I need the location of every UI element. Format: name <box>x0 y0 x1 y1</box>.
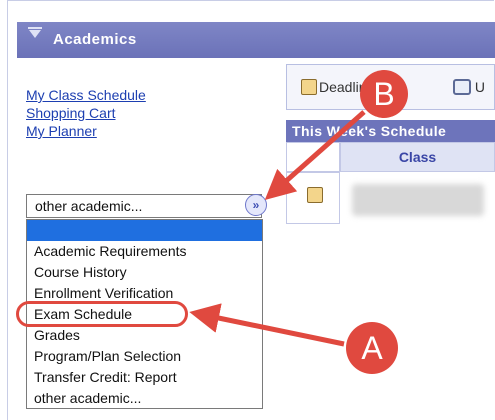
blurred-class-cell <box>352 184 484 216</box>
calendar-icon[interactable] <box>307 187 323 203</box>
section-title: Academics <box>53 31 137 48</box>
monitor-icon <box>453 79 471 95</box>
option-enrollment-verification[interactable]: Enrollment Verification <box>34 285 173 301</box>
academics-header[interactable]: Academics <box>17 22 495 58</box>
row-icon-cell <box>286 172 340 224</box>
option-academic-requirements[interactable]: Academic Requirements <box>34 243 187 259</box>
quick-links: My Class Schedule Shopping Cart My Plann… <box>26 86 146 140</box>
option-transfer-credit-report[interactable]: Transfer Credit: Report <box>34 369 177 385</box>
my-planner-link[interactable]: My Planner <box>26 122 146 140</box>
callout-a: A <box>346 322 398 374</box>
calendar-icon <box>301 79 317 95</box>
option-program-plan-selection[interactable]: Program/Plan Selection <box>34 348 181 364</box>
option-grades[interactable]: Grades <box>34 327 80 343</box>
select-value: other academic... <box>35 198 143 214</box>
week-schedule-header: This Week's Schedule <box>286 120 495 142</box>
collapse-icon[interactable] <box>28 27 42 38</box>
blank-column-header <box>286 142 340 172</box>
second-tool[interactable]: U <box>453 79 485 95</box>
my-class-schedule-link[interactable]: My Class Schedule <box>26 86 146 104</box>
option-other-academic[interactable]: other academic... <box>34 390 141 406</box>
shopping-cart-link[interactable]: Shopping Cart <box>26 104 146 122</box>
highlighted-option[interactable] <box>27 220 262 241</box>
second-tool-label: U <box>474 79 486 95</box>
exam-schedule-highlight-oval <box>16 301 188 327</box>
option-course-history[interactable]: Course History <box>34 264 127 280</box>
class-column-header: Class <box>340 142 495 172</box>
go-button[interactable]: » <box>245 194 267 216</box>
callout-b: B <box>360 70 408 118</box>
academic-select[interactable]: other academic... <box>26 194 262 218</box>
